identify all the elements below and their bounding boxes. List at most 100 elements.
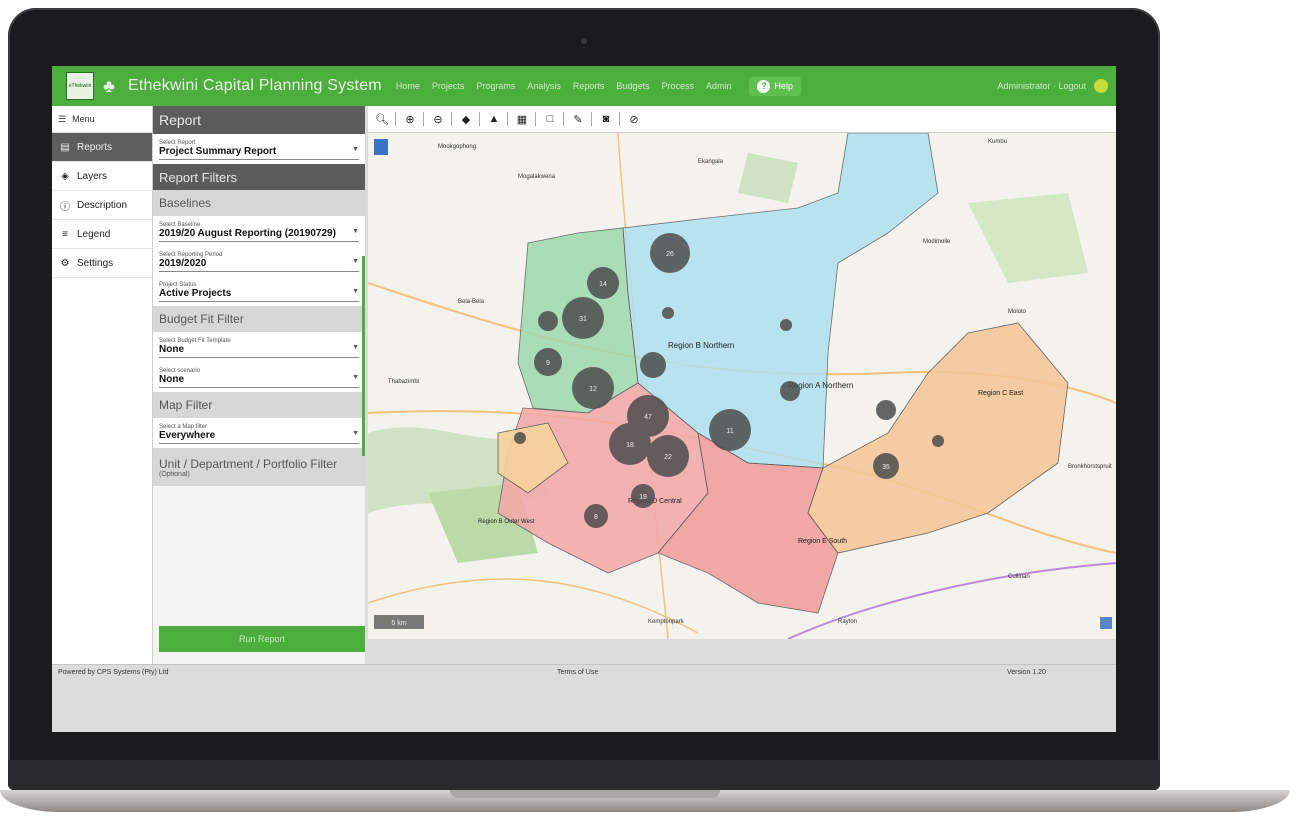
toolbar-divider bbox=[535, 112, 536, 126]
nav-item[interactable]: Admin bbox=[706, 81, 732, 91]
user-status-icon bbox=[1094, 79, 1108, 93]
nav-item[interactable]: Home bbox=[396, 81, 420, 91]
report-filters-header: Report Filters bbox=[153, 164, 365, 190]
unit-filter-section[interactable]: Unit / Department / Portfolio Filter (Op… bbox=[153, 448, 365, 486]
legend-icon: ≡ bbox=[62, 228, 68, 240]
city-logo-icon[interactable]: eThekwini bbox=[66, 72, 94, 100]
dropdown-arrow-icon: ▼ bbox=[352, 228, 359, 235]
report-icon: ▤ bbox=[60, 141, 70, 153]
nav-item[interactable]: Programs bbox=[476, 81, 515, 91]
map-canvas[interactable]: Region B Northern Region A Northern Regi… bbox=[368, 133, 1116, 639]
nav-item[interactable]: Budgets bbox=[616, 81, 649, 91]
camera-snapshot-icon[interactable]: ◙ bbox=[599, 112, 613, 126]
unit-filter-label: Unit / Department / Portfolio Filter bbox=[159, 456, 338, 471]
dropdown-arrow-icon: ▼ bbox=[352, 430, 359, 437]
place-label: Bronkhorstspruit bbox=[1068, 464, 1112, 470]
terrain-icon[interactable]: ▲ bbox=[487, 112, 501, 126]
menu-item-description[interactable]: ⓘ Description bbox=[52, 191, 152, 220]
menu-item-legend[interactable]: ≡ Legend bbox=[52, 220, 152, 249]
help-label: Help bbox=[774, 81, 793, 91]
print-icon[interactable]: ▦ bbox=[515, 112, 529, 126]
project-cluster[interactable] bbox=[780, 319, 792, 331]
map-filter-section[interactable]: Map Filter bbox=[153, 392, 365, 418]
toolbar-divider bbox=[395, 112, 396, 126]
place-label: Kumbu bbox=[988, 139, 1007, 145]
nav-item[interactable]: Analysis bbox=[527, 81, 561, 91]
zoom-in-icon[interactable]: ⊕ bbox=[403, 112, 417, 126]
project-cluster[interactable] bbox=[932, 435, 944, 447]
help-button[interactable]: ? Help bbox=[749, 76, 801, 96]
project-cluster[interactable] bbox=[538, 311, 558, 331]
menu-header-label: Menu bbox=[72, 114, 95, 124]
nav-item[interactable]: Reports bbox=[573, 81, 605, 91]
place-label: Mogalakwena bbox=[518, 174, 556, 180]
nav-item[interactable]: Process bbox=[661, 81, 694, 91]
project-status-field[interactable]: Project Status Active Projects ▼ bbox=[153, 276, 365, 306]
panel-scrollbar[interactable] bbox=[362, 256, 365, 456]
laptop-notch bbox=[450, 790, 720, 798]
menu-item-settings[interactable]: ⚙ Settings bbox=[52, 249, 152, 278]
footer-powered-by[interactable]: Powered by CPS Systems (Pty) Ltd bbox=[58, 669, 168, 676]
map-svg: Region B Northern Region A Northern Regi… bbox=[368, 133, 1116, 639]
cluster-count: 47 bbox=[644, 414, 652, 421]
run-report-button[interactable]: Run Report bbox=[159, 626, 365, 652]
project-cluster[interactable] bbox=[640, 352, 666, 378]
project-cluster[interactable] bbox=[662, 307, 674, 319]
project-cluster[interactable] bbox=[876, 400, 896, 420]
cluster-count: 9 bbox=[546, 360, 550, 367]
menu-item-label: Reports bbox=[77, 141, 113, 153]
project-cluster[interactable] bbox=[780, 381, 800, 401]
map-zoom-control[interactable] bbox=[374, 139, 388, 155]
tree-logo-icon: ♣ bbox=[103, 75, 115, 96]
region-label: Region C East bbox=[978, 390, 1023, 397]
place-label: Ekangala bbox=[698, 159, 724, 165]
draw-line-icon[interactable]: ✎ bbox=[571, 112, 585, 126]
clear-icon[interactable]: ⊘ bbox=[627, 112, 641, 126]
user-menu[interactable]: Administrator · Logout bbox=[997, 79, 1108, 93]
map-filter-value: Everywhere bbox=[159, 430, 216, 441]
menu-item-reports[interactable]: ▤ Reports bbox=[52, 133, 152, 162]
report-panel: Report Select Report Project Summary Rep… bbox=[153, 106, 365, 664]
scenario-value: None bbox=[159, 374, 184, 385]
cluster-count: 18 bbox=[626, 442, 634, 449]
cluster-count: 8 bbox=[594, 514, 598, 521]
toolbar-divider bbox=[619, 112, 620, 126]
help-icon: ? bbox=[757, 79, 771, 93]
footer: Powered by CPS Systems (Pty) Ltd Terms o… bbox=[52, 664, 1116, 732]
map-toolbar: 🔍︎ ⊕ ⊖ ◆ ▲ ▦ □ ✎ ◙ ⊘ bbox=[368, 106, 1116, 133]
select-area-icon[interactable]: □ bbox=[543, 112, 557, 126]
menu-toggle[interactable]: ☰ Menu bbox=[52, 106, 152, 133]
cluster-count: 12 bbox=[589, 386, 597, 393]
main-nav: Home Projects Programs Analysis Reports … bbox=[396, 81, 744, 91]
dropdown-arrow-icon: ▼ bbox=[352, 258, 359, 265]
nav-item[interactable]: Projects bbox=[432, 81, 465, 91]
report-panel-title: Report bbox=[153, 106, 365, 134]
place-label: Cullinan bbox=[1008, 574, 1030, 580]
menu-item-layers[interactable]: ◈ Layers bbox=[52, 162, 152, 191]
menu-item-label: Legend bbox=[77, 228, 111, 240]
baselines-section[interactable]: Baselines bbox=[153, 190, 365, 216]
hamburger-icon: ☰ bbox=[58, 113, 67, 124]
reporting-period-field[interactable]: Select Reporting Period 2019/2020 ▼ bbox=[153, 246, 365, 276]
place-label: Bela-Bela bbox=[458, 299, 485, 305]
layers-icon: ◈ bbox=[61, 170, 69, 182]
baseline-value: 2019/20 August Reporting (20190729) bbox=[159, 228, 336, 239]
map-fullscreen-icon[interactable] bbox=[1100, 617, 1112, 629]
place-label: Kemptonpark bbox=[648, 619, 685, 625]
footer-terms-link[interactable]: Terms of Use bbox=[557, 669, 598, 676]
budget-fit-section[interactable]: Budget Fit Filter bbox=[153, 306, 365, 332]
project-cluster[interactable] bbox=[514, 432, 526, 444]
toolbar-divider bbox=[479, 112, 480, 126]
budget-fit-template-field[interactable]: Select Budget Fit Template None ▼ bbox=[153, 332, 365, 362]
toolbar-divider bbox=[423, 112, 424, 126]
toolbar-divider bbox=[563, 112, 564, 126]
zoom-out-icon[interactable]: ⊖ bbox=[431, 112, 445, 126]
toolbar-divider bbox=[451, 112, 452, 126]
scenario-field[interactable]: Select scenario None ▼ bbox=[153, 362, 365, 392]
map-filter-field[interactable]: Select a Map filter Everywhere ▼ bbox=[153, 418, 365, 448]
project-status-value: Active Projects bbox=[159, 288, 232, 299]
search-icon[interactable]: 🔍︎ bbox=[375, 112, 389, 126]
baseline-field[interactable]: Select Baseline 2019/20 August Reporting… bbox=[153, 216, 365, 246]
select-report-field[interactable]: Select Report Project Summary Report ▼ bbox=[153, 134, 365, 164]
layers-toggle-icon[interactable]: ◆ bbox=[459, 112, 473, 126]
